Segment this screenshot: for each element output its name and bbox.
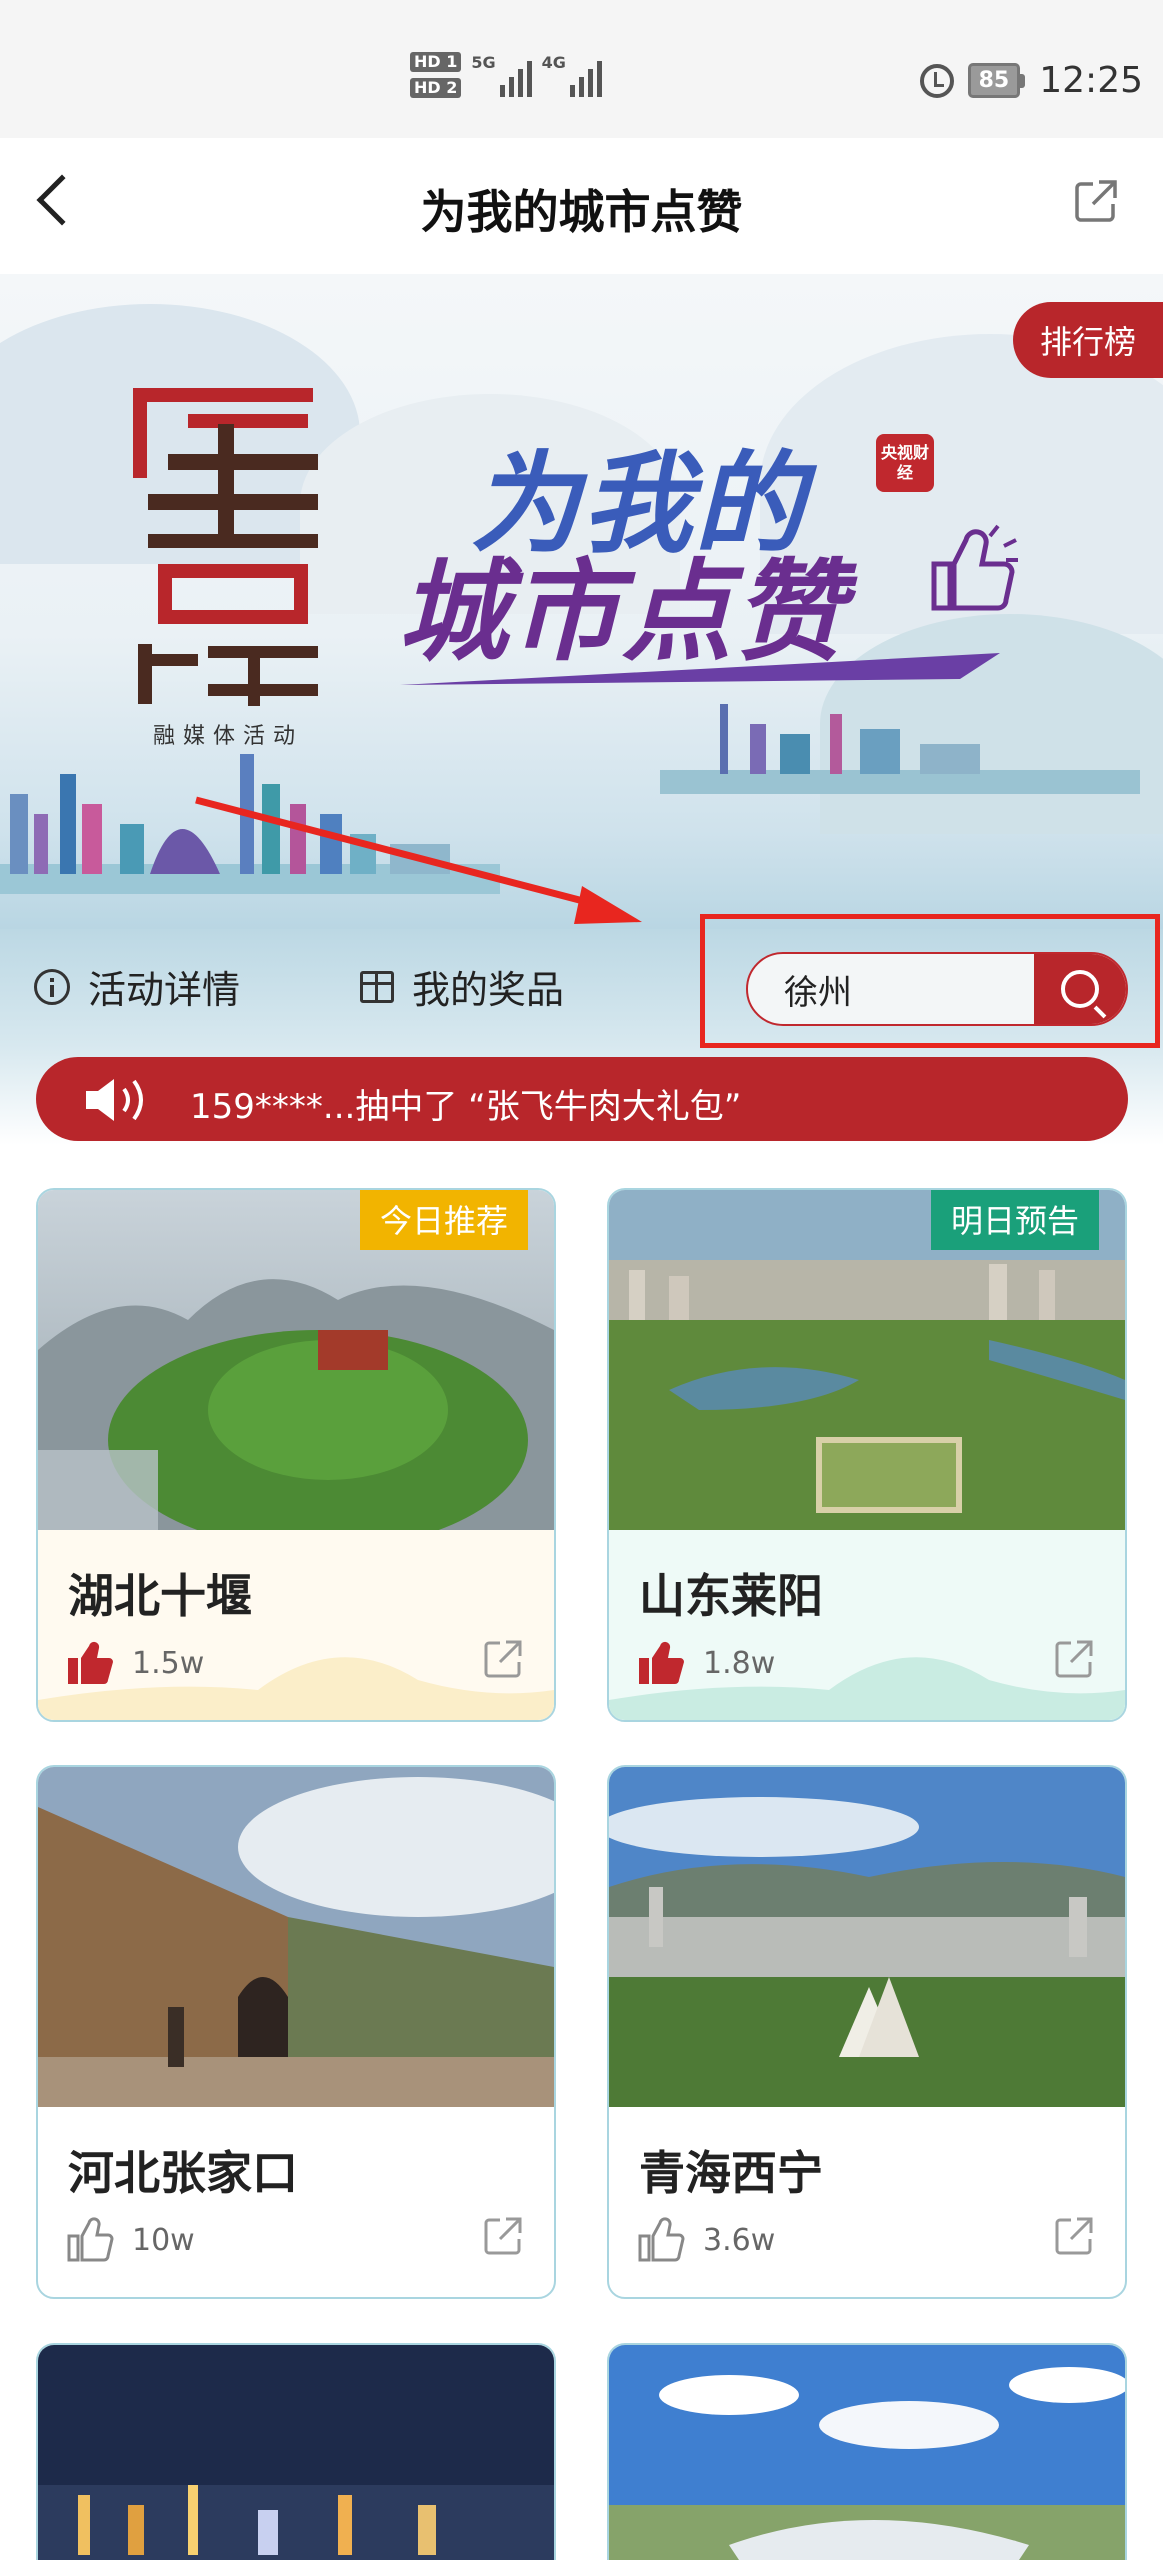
city-card-qinghai-xining[interactable]: 青海西宁 3.6w [607,1765,1127,2299]
net2-label: 4G [541,53,566,72]
city-name: 湖北十堰 [68,1569,252,1623]
city-card-shandong-laiyang[interactable]: 明日预告 山东莱阳 1.8w [607,1188,1127,1722]
clock: 12:25 [1039,60,1143,101]
thumbs-up-icon [931,524,1018,611]
like-count[interactable]: 10w [66,2217,195,2263]
badge-today: 今日推荐 [359,1190,528,1250]
activity-details-link[interactable]: 活动详情 [34,959,240,1014]
ticker-text: 159****...抽中了 “张飞牛肉大礼包” [190,1087,742,1127]
thumbs-up-filled-icon [639,1641,684,1684]
gift-icon [360,970,394,1003]
city-name: 青海西宁 [639,2146,823,2200]
like-count-value: 3.6w [703,2222,776,2258]
city-search [746,952,1128,1026]
search-button[interactable] [1034,954,1126,1024]
search-icon [1061,970,1099,1008]
signal-5g-icon: 5G [471,53,532,97]
city-photo [38,1767,554,2107]
page-title: 为我的城市点赞 [420,185,743,239]
like-count[interactable]: 1.8w [637,1640,775,1686]
city-card-partial-right[interactable] [607,2343,1127,2560]
like-count[interactable]: 1.5w [66,1640,204,1686]
city-name: 山东莱阳 [639,1569,823,1623]
like-count-value: 10w [132,2222,195,2258]
search-input[interactable] [748,954,1038,1024]
status-bar: HD 1 HD 2 5G 4G 85 12:25 [0,0,1163,138]
like-count[interactable]: 3.6w [637,2217,775,2263]
my-prizes-link[interactable]: 我的奖品 [360,959,564,1014]
info-icon [34,968,70,1005]
share-icon[interactable] [1053,2215,1095,2257]
share-icon[interactable] [1073,178,1119,224]
activity-details-label: 活动详情 [88,968,241,1012]
hd1-label: HD 1 [410,52,462,72]
hd-indicator: HD 1 HD 2 [410,52,462,98]
prize-ticker: 159****...抽中了 “张飞牛肉大礼包” [36,1057,1128,1141]
card-footer-bg [38,1530,554,1720]
city-card-hebei-zhangjiakou[interactable]: 河北张家口 10w [36,1765,556,2299]
event-logo [133,388,318,706]
battery-level: 85 [967,63,1021,98]
my-prizes-label: 我的奖品 [412,968,565,1012]
annotation-arrow [195,796,642,924]
status-right: 85 12:25 [919,60,1143,101]
thumbs-up-filled-icon [68,1641,113,1684]
city-photo [609,2345,1125,2560]
battery-icon: 85 [967,63,1026,98]
city-card-partial-left[interactable] [36,2343,556,2560]
card-footer-bg [609,1530,1125,1720]
alarm-icon [919,63,954,98]
like-count-value: 1.5w [132,1645,205,1681]
nav-bar: 为我的城市点赞 [0,138,1163,274]
ticker-area: 159****...抽中了 “张飞牛肉大礼包” [0,1045,1163,1145]
skyline-right [660,704,1140,794]
thumbs-up-outline-icon [67,2217,114,2262]
share-icon[interactable] [482,1638,524,1680]
city-photo [609,1767,1125,2107]
network-indicators: HD 1 HD 2 5G 4G [410,52,602,98]
rank-button[interactable]: 排行榜 [1013,302,1163,378]
city-name: 河北张家口 [68,2146,298,2200]
share-icon[interactable] [482,2215,524,2257]
like-count-value: 1.8w [703,1645,776,1681]
cctv-logo: 央视财经 [876,434,934,492]
share-icon[interactable] [1053,1638,1095,1680]
speaker-icon [86,1079,143,1121]
badge-tomorrow: 明日预告 [930,1190,1099,1250]
city-photo [38,2345,554,2560]
net1-label: 5G [471,53,496,72]
hd2-label: HD 2 [410,78,462,98]
signal-4g-icon: 4G [542,53,602,97]
city-card-hubei-shiyan[interactable]: 今日推荐 湖北十堰 1.5w [36,1188,556,1722]
thumbs-up-outline-icon [638,2217,685,2262]
